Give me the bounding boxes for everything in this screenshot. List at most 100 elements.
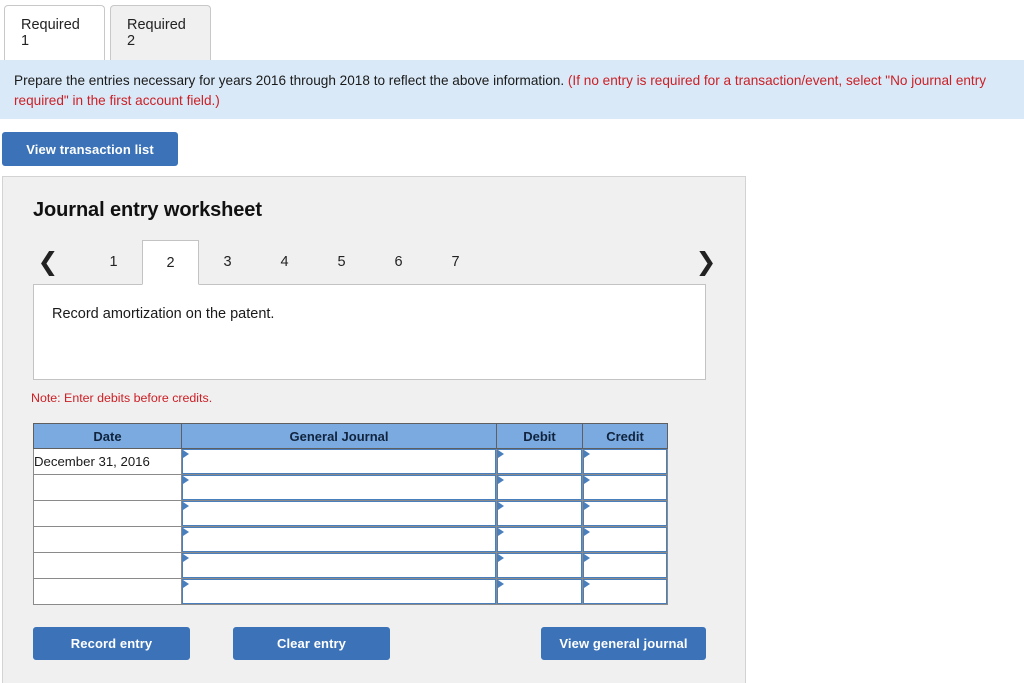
entry-tab-3-label: 3 [223, 253, 232, 270]
dropdown-triangle-icon [183, 580, 189, 588]
clear-entry-label: Clear entry [276, 636, 347, 651]
credit-input-cell[interactable] [582, 526, 668, 553]
debit-input[interactable] [497, 527, 582, 552]
entry-tabstrip: ❮ ❯ 1 2 3 4 5 6 7 [15, 239, 725, 285]
debit-input-cell[interactable] [496, 500, 583, 527]
general-journal-input[interactable] [182, 475, 496, 500]
dropdown-triangle-icon [584, 528, 590, 536]
tab-required-1-label: Required 1 [21, 17, 80, 49]
dropdown-triangle-icon [498, 502, 504, 510]
clear-entry-button[interactable]: Clear entry [233, 627, 390, 660]
table-header-row: Date General Journal Debit Credit [33, 423, 668, 449]
date-cell[interactable] [33, 474, 182, 501]
debit-input[interactable] [497, 501, 582, 526]
general-journal-input-cell[interactable] [181, 448, 497, 475]
entry-tab-5[interactable]: 5 [313, 240, 370, 283]
general-journal-input[interactable] [182, 553, 496, 578]
general-journal-input-cell[interactable] [181, 552, 497, 579]
dropdown-triangle-icon [584, 476, 590, 484]
table-row [33, 578, 668, 605]
general-journal-input-cell[interactable] [181, 500, 497, 527]
entry-tab-7[interactable]: 7 [427, 240, 484, 283]
debit-input-cell[interactable] [496, 552, 583, 579]
date-cell[interactable] [33, 526, 182, 553]
chevron-right-icon[interactable]: ❯ [691, 245, 721, 277]
general-journal-input[interactable] [182, 501, 496, 526]
dropdown-triangle-icon [584, 450, 590, 458]
dropdown-triangle-icon [584, 554, 590, 562]
entry-tab-6-label: 6 [394, 253, 403, 270]
general-journal-input-cell[interactable] [181, 578, 497, 605]
journal-entry-table: Date General Journal Debit Credit Decemb… [33, 423, 668, 605]
tab-required-2[interactable]: Required 2 [110, 5, 211, 60]
dropdown-triangle-icon [183, 502, 189, 510]
credit-input-cell[interactable] [582, 552, 668, 579]
dropdown-triangle-icon [584, 580, 590, 588]
entry-tab-2[interactable]: 2 [142, 240, 199, 285]
date-cell[interactable] [33, 578, 182, 605]
credit-input-cell[interactable] [582, 474, 668, 501]
entry-tab-1[interactable]: 1 [85, 240, 142, 283]
general-journal-input[interactable] [182, 579, 496, 604]
credit-input[interactable] [583, 475, 667, 500]
entry-tab-1-label: 1 [109, 253, 118, 270]
credit-input[interactable] [583, 449, 667, 474]
general-journal-input-cell[interactable] [181, 526, 497, 553]
dropdown-triangle-icon [498, 554, 504, 562]
column-header-debit: Debit [496, 423, 583, 449]
requirement-tabstrip: Required 1 Required 2 [0, 0, 1024, 62]
date-cell[interactable] [33, 500, 182, 527]
worksheet-title: Journal entry worksheet [33, 199, 262, 221]
debit-input-cell[interactable] [496, 578, 583, 605]
general-journal-input[interactable] [182, 527, 496, 552]
column-header-general-journal: General Journal [181, 423, 497, 449]
tab-required-2-label: Required 2 [127, 17, 186, 49]
entry-tab-6[interactable]: 6 [370, 240, 427, 283]
table-row [33, 474, 668, 501]
credit-input-cell[interactable] [582, 500, 668, 527]
dropdown-triangle-icon [183, 528, 189, 536]
credit-input-cell[interactable] [582, 448, 668, 475]
journal-entry-worksheet-panel: Journal entry worksheet ❮ ❯ 1 2 3 4 5 6 … [2, 176, 746, 683]
date-cell[interactable]: December 31, 2016 [33, 448, 182, 475]
debit-input-cell[interactable] [496, 526, 583, 553]
view-general-journal-label: View general journal [559, 636, 688, 651]
credit-input[interactable] [583, 553, 667, 578]
credit-input[interactable] [583, 501, 667, 526]
dropdown-triangle-icon [183, 476, 189, 484]
entry-tab-7-label: 7 [451, 253, 460, 270]
entry-description-panel: Record amortization on the patent. [33, 284, 706, 380]
table-row [33, 500, 668, 527]
credit-input[interactable] [583, 579, 667, 604]
table-row: December 31, 2016 [33, 448, 668, 475]
debit-input[interactable] [497, 475, 582, 500]
date-cell[interactable] [33, 552, 182, 579]
view-general-journal-button[interactable]: View general journal [541, 627, 706, 660]
view-transaction-list-button[interactable]: View transaction list [2, 132, 178, 166]
general-journal-input[interactable] [182, 449, 496, 474]
debit-input-cell[interactable] [496, 474, 583, 501]
general-journal-input-cell[interactable] [181, 474, 497, 501]
debit-input[interactable] [497, 553, 582, 578]
entry-tab-4[interactable]: 4 [256, 240, 313, 283]
credit-input-cell[interactable] [582, 578, 668, 605]
entry-description-text: Record amortization on the patent. [52, 306, 275, 322]
entry-tab-5-label: 5 [337, 253, 346, 270]
instruction-text: Prepare the entries necessary for years … [14, 73, 565, 88]
credit-input[interactable] [583, 527, 667, 552]
column-header-credit: Credit [582, 423, 668, 449]
dropdown-triangle-icon [183, 450, 189, 458]
record-entry-button[interactable]: Record entry [33, 627, 190, 660]
chevron-left-icon[interactable]: ❮ [33, 245, 63, 277]
entry-tab-3[interactable]: 3 [199, 240, 256, 283]
table-row [33, 552, 668, 579]
entry-tab-2-label: 2 [166, 254, 175, 271]
table-row [33, 526, 668, 553]
tab-required-1[interactable]: Required 1 [4, 5, 105, 60]
debit-input[interactable] [497, 579, 582, 604]
dropdown-triangle-icon [498, 528, 504, 536]
debit-input[interactable] [497, 449, 582, 474]
debit-input-cell[interactable] [496, 448, 583, 475]
instruction-banner: Prepare the entries necessary for years … [0, 60, 1024, 119]
view-transaction-list-label: View transaction list [26, 141, 154, 157]
